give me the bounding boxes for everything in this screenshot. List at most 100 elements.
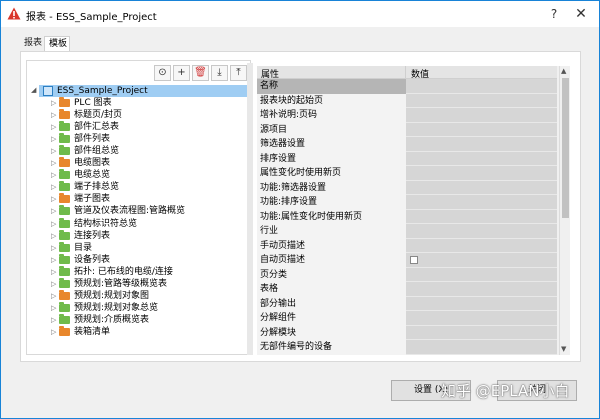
- watermark: 知乎 @EPLAN小白: [441, 382, 570, 400]
- expand-icon[interactable]: ▷: [51, 181, 56, 193]
- expand-icon[interactable]: ▷: [51, 266, 56, 278]
- property-row[interactable]: 功能:属性变化时使用新页: [257, 209, 557, 224]
- property-value[interactable]: [406, 108, 557, 123]
- tree-item-label: 电缆图表: [74, 158, 111, 169]
- folder-icon: [59, 217, 70, 228]
- property-value[interactable]: [406, 180, 557, 195]
- property-value[interactable]: [406, 224, 557, 239]
- tree-item-label: 部件组总览: [74, 146, 120, 157]
- folder-icon: [59, 181, 70, 192]
- property-row[interactable]: 功能:排序设置: [257, 195, 557, 210]
- property-row[interactable]: 排序设置: [257, 151, 557, 166]
- expand-icon[interactable]: ▷: [51, 109, 56, 121]
- property-row[interactable]: 行业: [257, 224, 557, 239]
- property-value[interactable]: [406, 166, 557, 181]
- expand-icon[interactable]: ▷: [51, 230, 56, 242]
- project-icon: [43, 86, 53, 96]
- close-window-button[interactable]: ✕: [561, 1, 600, 27]
- expand-icon[interactable]: ▷: [51, 278, 56, 290]
- tree-item-label: 电缆总览: [74, 170, 111, 181]
- expand-icon[interactable]: ▷: [51, 133, 56, 145]
- column-divider[interactable]: [405, 66, 406, 79]
- export-icon[interactable]: ⤒: [230, 65, 247, 81]
- tree-root-project[interactable]: ◢ ESS_Sample_Project: [31, 85, 247, 97]
- play-icon[interactable]: ⊙: [154, 65, 171, 81]
- property-row[interactable]: 报表块的起始页: [257, 93, 557, 108]
- tree-item-label: 预规划:规划对象总览: [74, 302, 159, 313]
- property-row[interactable]: 手动页描述: [257, 238, 557, 253]
- property-row[interactable]: 无部件编号的设备: [257, 340, 557, 355]
- import-icon[interactable]: ⤓: [211, 65, 228, 81]
- scroll-down-icon[interactable]: ▼: [561, 345, 566, 353]
- property-value[interactable]: [406, 340, 557, 355]
- property-name: 分解模块: [257, 325, 406, 340]
- property-value[interactable]: [406, 238, 557, 253]
- tree-item-label: 拓扑: 已布线的电缆/连接: [74, 266, 173, 277]
- property-value[interactable]: [406, 122, 557, 137]
- property-value[interactable]: [406, 151, 557, 166]
- property-value[interactable]: [406, 93, 557, 108]
- property-value[interactable]: [406, 79, 557, 94]
- expand-icon[interactable]: ▷: [51, 193, 56, 205]
- property-checkbox[interactable]: [410, 256, 418, 264]
- property-name: 名称: [257, 79, 406, 94]
- property-row[interactable]: 页分类: [257, 267, 557, 282]
- property-value[interactable]: [406, 311, 557, 326]
- tab-templates[interactable]: 模板: [44, 36, 70, 52]
- expand-icon[interactable]: ▷: [51, 97, 56, 109]
- property-row[interactable]: 属性变化时使用新页: [257, 166, 557, 181]
- expand-icon[interactable]: ▷: [51, 157, 56, 169]
- tab-reports[interactable]: 报表: [20, 36, 45, 52]
- expand-icon[interactable]: ▷: [51, 169, 56, 181]
- add-icon[interactable]: +: [173, 65, 190, 81]
- property-value[interactable]: [406, 209, 557, 224]
- delete-icon[interactable]: 🗑: [192, 65, 209, 81]
- property-row[interactable]: 分解模块: [257, 325, 557, 340]
- properties-scrollbar[interactable]: ▲ ▼: [559, 66, 570, 355]
- property-row[interactable]: 功能:筛选器设置: [257, 180, 557, 195]
- tree-item-label: PLC 图表: [74, 98, 112, 108]
- folder-icon: [59, 157, 70, 168]
- property-value[interactable]: [406, 195, 557, 210]
- property-row[interactable]: 名称: [257, 79, 557, 94]
- expand-icon[interactable]: ▷: [51, 290, 56, 302]
- property-name: 分解组件: [257, 311, 406, 326]
- expand-icon[interactable]: ▷: [51, 218, 56, 230]
- property-row[interactable]: 增补说明:页码: [257, 108, 557, 123]
- property-value[interactable]: [406, 282, 557, 297]
- scroll-up-icon[interactable]: ▲: [561, 67, 566, 75]
- folder-icon: [59, 253, 70, 264]
- tree-item-label: 设备列表: [74, 254, 111, 265]
- tree-item-label: 标题页/封页: [74, 110, 123, 121]
- property-value[interactable]: [406, 267, 557, 282]
- expand-icon[interactable]: ▷: [51, 326, 56, 338]
- property-name: 无部件编号的设备: [257, 340, 406, 355]
- property-row[interactable]: 自动页描述: [257, 253, 557, 268]
- property-row[interactable]: 表格: [257, 282, 557, 297]
- folder-icon: [59, 229, 70, 240]
- expand-icon[interactable]: ▷: [51, 242, 56, 254]
- property-row[interactable]: 源项目: [257, 122, 557, 137]
- folder-icon: [59, 265, 70, 276]
- property-value[interactable]: [406, 253, 557, 268]
- expand-icon[interactable]: ▷: [51, 254, 56, 266]
- tree-item-label: 连接列表: [74, 230, 111, 241]
- property-row[interactable]: 部分输出: [257, 296, 557, 311]
- expand-icon[interactable]: ▷: [51, 314, 56, 326]
- expand-icon[interactable]: ▷: [51, 205, 56, 217]
- expand-icon[interactable]: ▷: [51, 145, 56, 157]
- collapse-icon[interactable]: ◢: [31, 86, 36, 94]
- property-row[interactable]: 筛选器设置: [257, 137, 557, 152]
- expand-icon[interactable]: ▷: [51, 302, 56, 314]
- tree-root-label: ESS_Sample_Project: [57, 86, 148, 96]
- folder-icon: [59, 193, 70, 204]
- property-value[interactable]: [406, 325, 557, 340]
- template-tree-pane: ⊙ + 🗑 ⤓ ⤒ ◢ ESS_Sample_Project ▷ PLC 图表 ▷ 标…: [26, 60, 251, 355]
- property-name: 报表块的起始页: [257, 93, 406, 108]
- tree-scrollbar[interactable]: [247, 63, 253, 355]
- property-value[interactable]: [406, 296, 557, 311]
- scroll-thumb[interactable]: [562, 78, 569, 218]
- expand-icon[interactable]: ▷: [51, 121, 56, 133]
- property-value[interactable]: [406, 137, 557, 152]
- property-row[interactable]: 分解组件: [257, 311, 557, 326]
